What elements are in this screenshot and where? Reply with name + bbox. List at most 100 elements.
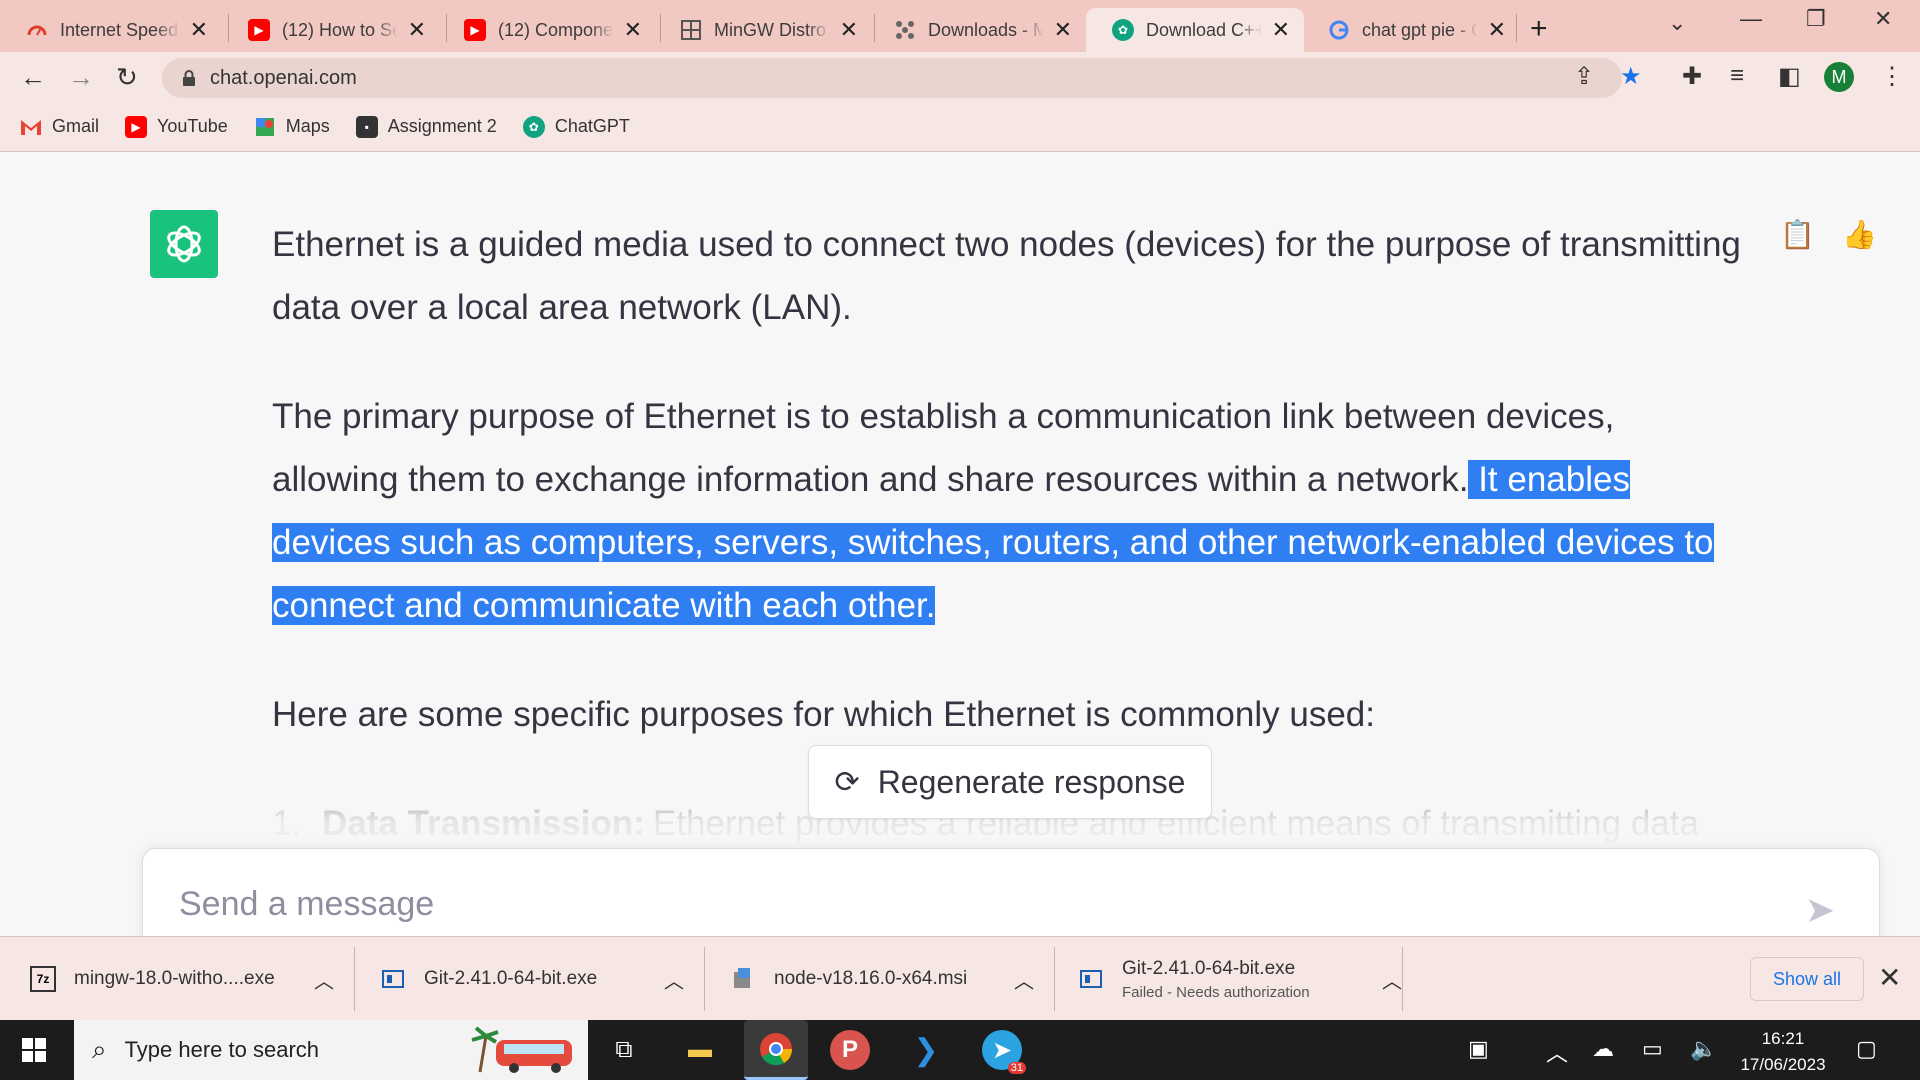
- bookmark-gmail[interactable]: Gmail: [20, 116, 99, 138]
- close-icon[interactable]: ✕: [408, 17, 426, 43]
- url-text[interactable]: chat.openai.com: [210, 67, 357, 90]
- menu-dots-icon[interactable]: ⋮: [1880, 62, 1904, 91]
- tab-separator: [1516, 14, 1517, 42]
- bookmark-youtube[interactable]: ▶ YouTube: [125, 115, 228, 138]
- chatgpt-icon: ✿: [522, 115, 545, 138]
- message-input[interactable]: [179, 885, 1779, 924]
- tab-search-icon[interactable]: ⌄: [1668, 10, 1686, 36]
- copy-icon[interactable]: 📋: [1780, 218, 1815, 251]
- forward-icon[interactable]: →: [68, 62, 94, 93]
- side-panel-icon[interactable]: ◧: [1778, 62, 1801, 91]
- chat-content: Ethernet is a guided media used to conne…: [0, 153, 1920, 936]
- share-icon[interactable]: ⇪: [1574, 62, 1594, 91]
- restore-icon[interactable]: ❐: [1806, 6, 1826, 32]
- news-widget-icon[interactable]: ▣: [1468, 1036, 1489, 1062]
- telegram-icon[interactable]: ➤ 31: [982, 1030, 1026, 1074]
- bookmark-assignment[interactable]: ▪ Assignment 2: [355, 115, 497, 138]
- reload-icon[interactable]: ↻: [116, 62, 138, 93]
- show-all-downloads-button[interactable]: Show all: [1750, 957, 1864, 1001]
- youtube-icon: ▶: [248, 19, 270, 41]
- chevron-up-icon[interactable]: ︿: [314, 965, 334, 994]
- volume-icon[interactable]: 🔈: [1690, 1036, 1717, 1062]
- close-icon[interactable]: ✕: [840, 17, 858, 43]
- search-highlight-illustration-icon: [471, 1026, 572, 1073]
- download-item[interactable]: 7z mingw-18.0-witho....exe ︿: [30, 937, 334, 1021]
- back-icon[interactable]: ←: [20, 62, 46, 93]
- google-icon: [1328, 19, 1350, 41]
- tab-strip: Internet Speed ✕ ▶ (12) How to Se ✕ ▶ (1…: [0, 0, 1920, 52]
- maps-icon: [254, 116, 276, 138]
- chevron-up-icon[interactable]: ︿: [1382, 965, 1402, 994]
- windows-start-icon[interactable]: [22, 1038, 46, 1062]
- chrome-taskbar-icon[interactable]: [744, 1020, 808, 1080]
- exe-file-icon: [380, 966, 406, 992]
- dots-icon: [894, 19, 916, 41]
- search-icon: ⌕: [92, 1034, 107, 1064]
- psiphon-icon[interactable]: P: [830, 1030, 870, 1070]
- address-bar[interactable]: chat.openai.com: [162, 58, 1622, 98]
- system-clock[interactable]: 16:21 17/06/2023: [1728, 1026, 1838, 1078]
- downloads-bar: 7z mingw-18.0-witho....exe ︿ Git-2.41.0-…: [0, 936, 1920, 1020]
- bookmark-star-icon[interactable]: ★: [1620, 62, 1642, 91]
- grid-icon: [680, 19, 702, 41]
- onedrive-icon[interactable]: ☁: [1592, 1036, 1614, 1062]
- exe-file-icon: [1078, 966, 1104, 992]
- close-icon[interactable]: ✕: [1488, 17, 1506, 43]
- browser-toolbar: ← → ↻ chat.openai.com ⇪ ★ ✚ ≡ ◧ M ⋮: [0, 52, 1920, 102]
- message-paragraph: The primary purpose of Ethernet is to es…: [272, 397, 1714, 625]
- download-item[interactable]: Git-2.41.0-64-bit.exe ︿: [380, 937, 684, 1021]
- chevron-up-icon[interactable]: ︿: [664, 965, 684, 994]
- download-separator: [1402, 947, 1403, 1011]
- close-icon[interactable]: ✕: [1054, 17, 1072, 43]
- close-icon[interactable]: ✕: [1272, 17, 1290, 43]
- close-icon[interactable]: ✕: [190, 17, 208, 43]
- lock-icon: [183, 70, 195, 86]
- message-paragraph: Here are some specific purposes for whic…: [272, 695, 1375, 734]
- network-icon[interactable]: ▭: [1642, 1036, 1663, 1062]
- windows-taskbar: ⌕ Type here to search ⧉ ▬ P ❯ ➤ 31 ▣ ︿ ☁ …: [0, 1020, 1920, 1080]
- send-icon[interactable]: ➤: [1805, 889, 1835, 931]
- gmail-icon: [20, 116, 42, 138]
- speedtest-icon: [26, 19, 48, 41]
- bookmarks-bar: Gmail ▶ YouTube Maps ▪ Assignment 2 ✿ Ch…: [0, 102, 1920, 152]
- chatgpt-icon: ✿: [1112, 19, 1134, 41]
- chevron-up-icon[interactable]: ︿: [1014, 965, 1034, 994]
- new-tab-button[interactable]: +: [1530, 12, 1548, 46]
- file-explorer-icon[interactable]: ▬: [680, 1030, 720, 1070]
- telegram-badge: 31: [1007, 1062, 1026, 1074]
- tab-internet-speed[interactable]: Internet Speed ✕: [0, 8, 222, 52]
- tab-google[interactable]: chat gpt pie - G ✕: [1302, 8, 1520, 52]
- close-downloads-icon[interactable]: ✕: [1878, 961, 1901, 994]
- tab-youtube-2[interactable]: ▶ (12) Componen ✕: [438, 8, 656, 52]
- msi-file-icon: [730, 966, 756, 992]
- chevron-up-icon[interactable]: ︿: [1546, 1036, 1568, 1068]
- chatgpt-logo-icon: [150, 210, 218, 278]
- profile-avatar[interactable]: M: [1824, 62, 1854, 92]
- youtube-icon: ▶: [125, 115, 148, 138]
- download-item[interactable]: node-v18.16.0-x64.msi ︿: [730, 937, 1034, 1021]
- notifications-icon[interactable]: ▢: [1856, 1036, 1877, 1062]
- regenerate-response-button[interactable]: ⟳ Regenerate response: [808, 745, 1212, 819]
- vscode-icon[interactable]: ❯: [906, 1030, 946, 1070]
- close-icon[interactable]: ✕: [624, 17, 642, 43]
- thumbs-up-icon[interactable]: 👍: [1842, 218, 1877, 251]
- download-item-failed[interactable]: Git-2.41.0-64-bit.exe Failed - Needs aut…: [1078, 937, 1402, 1021]
- window-close-icon[interactable]: ✕: [1874, 6, 1892, 32]
- bookmark-chatgpt[interactable]: ✿ ChatGPT: [522, 115, 630, 138]
- tab-mingw[interactable]: MinGW Distro ✕: [654, 8, 872, 52]
- installer-icon: 7z: [30, 966, 56, 992]
- extensions-icon[interactable]: ✚: [1682, 62, 1702, 91]
- tab-downloads[interactable]: Downloads - M ✕: [868, 8, 1086, 52]
- task-view-icon[interactable]: ⧉: [604, 1030, 644, 1070]
- minimize-icon[interactable]: —: [1740, 6, 1762, 32]
- media-icon[interactable]: ≡: [1730, 62, 1744, 90]
- taskbar-search-box[interactable]: ⌕ Type here to search: [74, 1020, 588, 1080]
- download-separator: [704, 947, 705, 1011]
- regenerate-icon: ⟳: [834, 765, 860, 799]
- bookmark-maps[interactable]: Maps: [254, 116, 330, 138]
- youtube-icon: ▶: [464, 19, 486, 41]
- tab-download-cpp[interactable]: ✿ Download C++ ✕: [1086, 8, 1304, 52]
- classroom-icon: ▪: [355, 115, 378, 138]
- download-separator: [1054, 947, 1055, 1011]
- tab-youtube-1[interactable]: ▶ (12) How to Se ✕: [222, 8, 440, 52]
